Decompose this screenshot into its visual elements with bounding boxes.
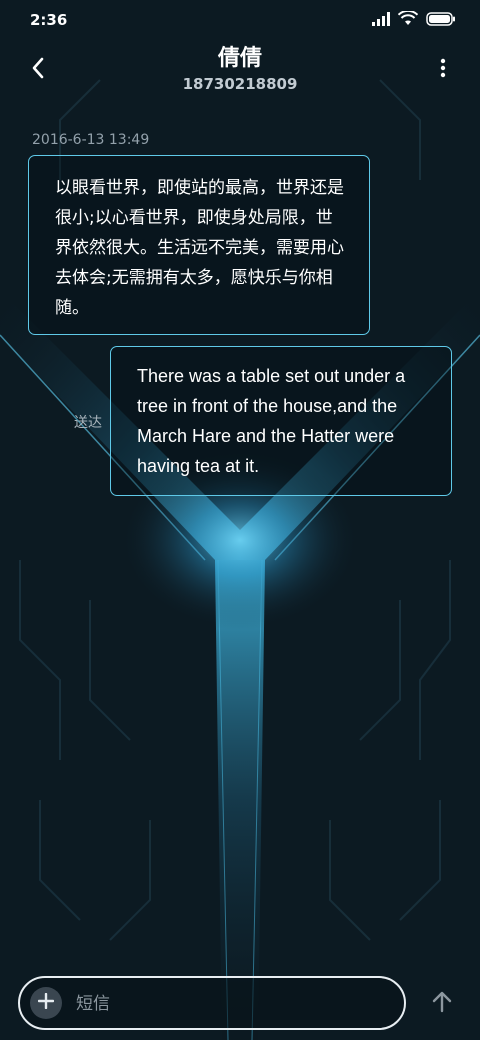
arrow-up-icon — [432, 991, 452, 1017]
more-vertical-icon — [440, 58, 446, 82]
status-time: 2:36 — [30, 11, 68, 29]
chevron-left-icon — [31, 57, 45, 83]
battery-icon — [426, 11, 456, 30]
status-bar: 2:36 — [0, 0, 480, 40]
conversation-header: 倩倩 18730218809 — [0, 40, 480, 100]
send-button[interactable] — [426, 988, 458, 1020]
plus-icon — [37, 992, 55, 1013]
wifi-icon — [397, 9, 419, 30]
incoming-message-bubble[interactable]: 以眼看世界，即使站的最高，世界还是很小;以心看世界，即使身处局限，世界依然很大。… — [28, 155, 370, 335]
contact-info: 倩倩 18730218809 — [90, 44, 390, 94]
back-button[interactable] — [22, 54, 54, 86]
add-attachment-button[interactable] — [30, 987, 62, 1019]
signal-icon — [372, 11, 390, 30]
outgoing-message-bubble[interactable]: There was a table set out under a tree i… — [110, 346, 452, 496]
message-text: 以眼看世界，即使站的最高，世界还是很小;以心看世界，即使身处局限，世界依然很大。… — [55, 178, 344, 318]
more-options-button[interactable] — [430, 54, 456, 86]
contact-number: 18730218809 — [182, 75, 298, 93]
status-icons — [372, 9, 456, 30]
message-input[interactable] — [76, 990, 376, 1018]
delivery-status: 送达 — [74, 415, 102, 431]
compose-bar — [18, 976, 406, 1030]
message-timestamp: 2016-6-13 13:49 — [32, 132, 150, 148]
message-text: There was a table set out under a tree i… — [137, 366, 406, 476]
contact-name: 倩倩 — [217, 46, 262, 71]
